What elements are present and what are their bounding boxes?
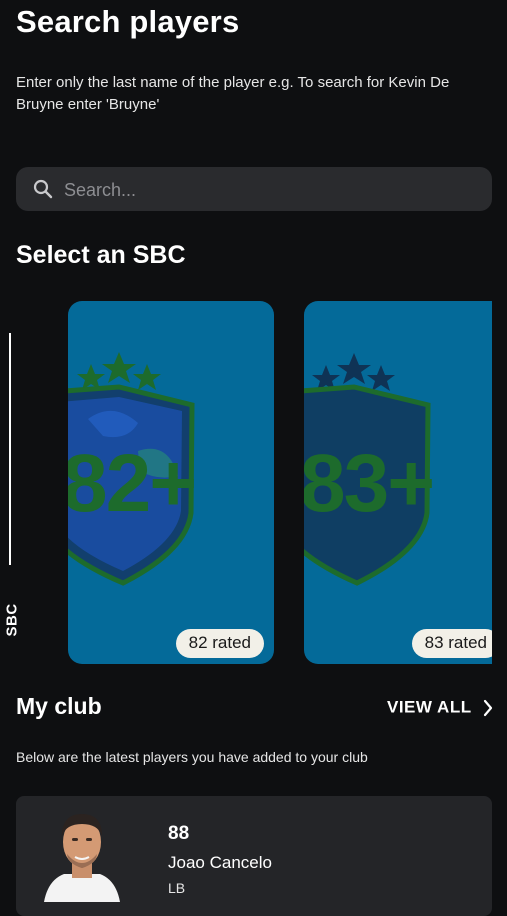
- my-club-subtitle: Below are the latest players you have ad…: [16, 749, 368, 765]
- player-position: LB: [168, 880, 186, 896]
- page-title: Search players: [16, 4, 240, 39]
- sbc-card-rating-text: 82+: [68, 438, 197, 529]
- my-club-title: My club: [16, 693, 102, 719]
- sbc-section-title: Select an SBC: [16, 241, 186, 269]
- player-name: Joao Cancelo: [168, 853, 272, 872]
- sbc-side-label: SBC: [3, 603, 21, 637]
- search-icon: [33, 179, 53, 199]
- sbc-card-rating-text: 83+: [304, 438, 435, 529]
- view-all-label: VIEW ALL: [387, 697, 472, 717]
- sbc-card-label: 82 rated: [175, 629, 264, 658]
- sbc-side-indicator: [9, 333, 11, 565]
- search-hint: Enter only the last name of the player e…: [16, 74, 450, 113]
- player-rating: 88: [168, 823, 190, 844]
- view-all-link[interactable]: VIEW ALL: [387, 697, 493, 718]
- sbc-card-label: 83 rated: [411, 629, 492, 658]
- sbc-card-83[interactable]: 83+ 83 rated: [304, 301, 492, 664]
- search-input[interactable]: [62, 167, 486, 213]
- player-avatar: [44, 814, 120, 902]
- sbc-card-82[interactable]: 82+ 82 rated: [68, 301, 274, 664]
- chevron-right-icon: [483, 699, 492, 716]
- sbc-carousel[interactable]: 82+ 82 rated 83+ 83 rated: [60, 301, 492, 664]
- club-player-card[interactable]: 88 Joao Cancelo LB: [16, 796, 492, 916]
- search-bar[interactable]: [16, 167, 492, 213]
